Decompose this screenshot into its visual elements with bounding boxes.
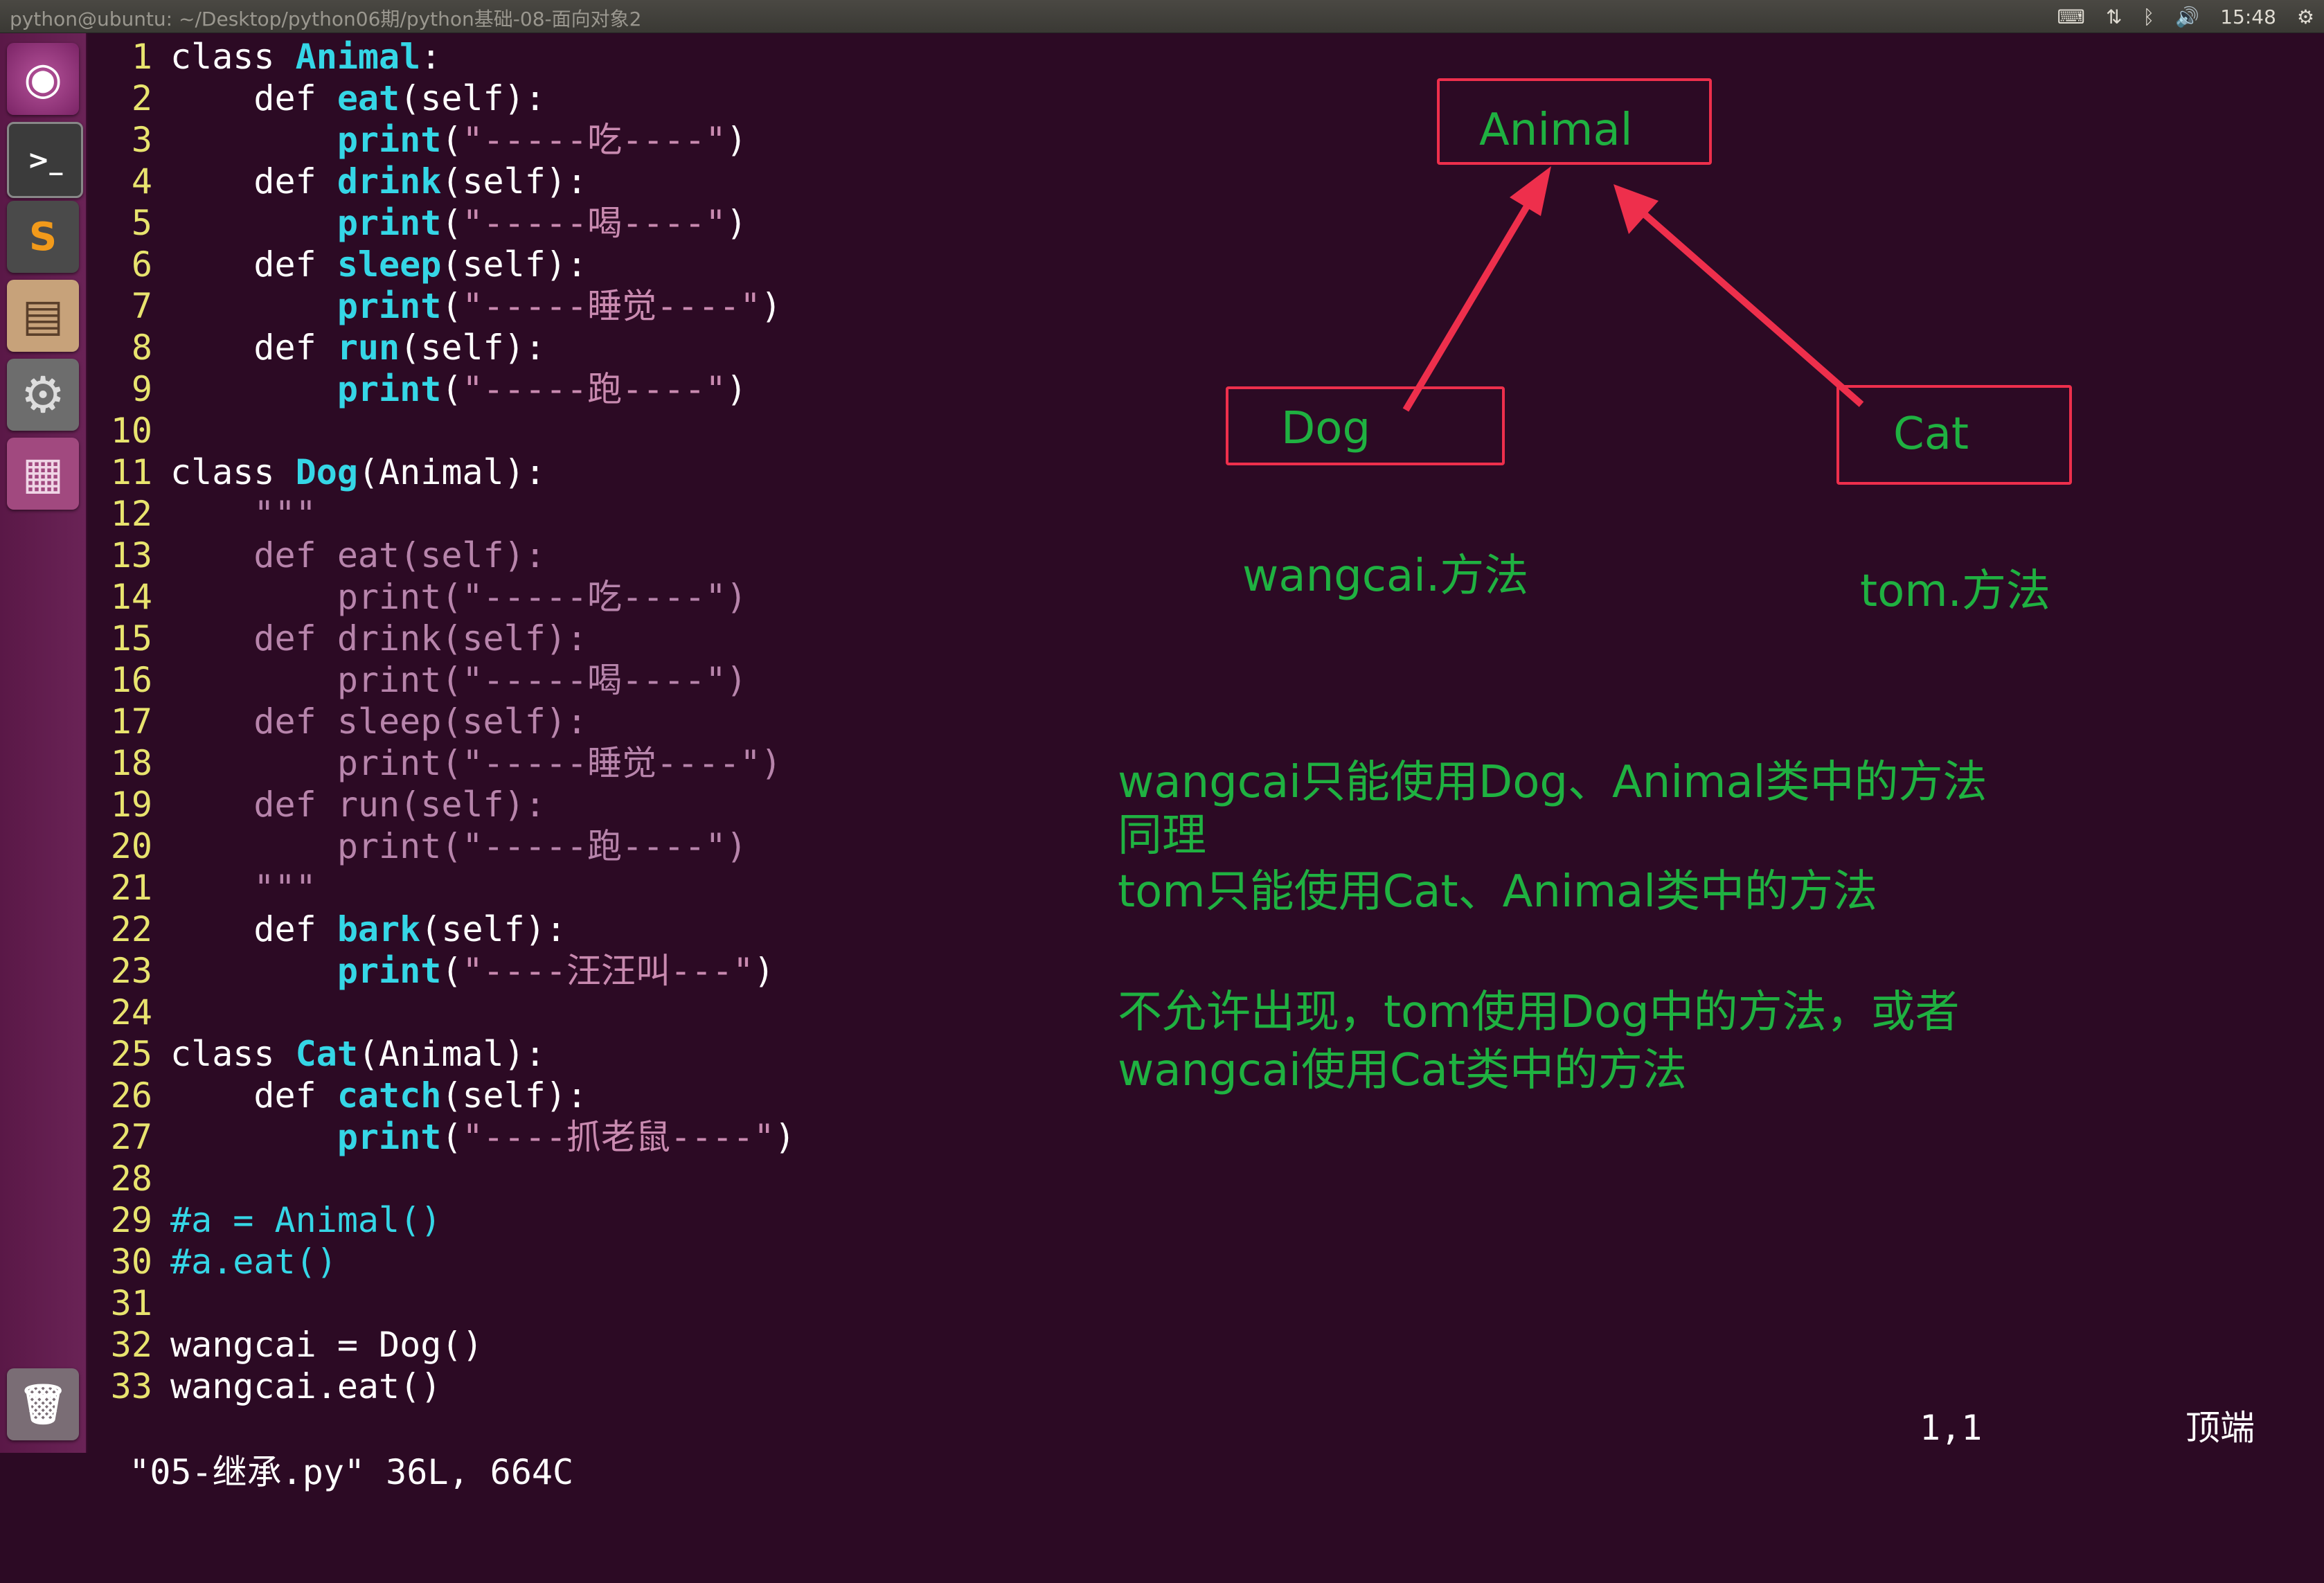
code-line[interactable]: 21 """ [87, 867, 1126, 909]
settings-icon: ⚙ [20, 366, 66, 424]
note-line-2: 同理 [1118, 810, 1206, 861]
code-line[interactable]: 22 def bark(self): [87, 909, 1126, 950]
code-line[interactable]: 31 [87, 1282, 1126, 1324]
vim-status-line: "05-继承.py" 36L, 664C 1,1 顶端 [87, 1406, 2324, 1492]
launcher: ◉ >_ S ▤ ⚙ ▦ 🗑 [0, 33, 87, 1453]
sublime-text-launcher-button[interactable]: S [7, 201, 79, 273]
window-title: python@ubuntu: ~/Desktop/python06期/pytho… [10, 8, 642, 30]
dog-class-box: Dog [1226, 386, 1505, 465]
code-line[interactable]: 14 print("-----吃----") [87, 576, 1126, 618]
code-line[interactable]: 19 def run(self): [87, 784, 1126, 825]
code-line[interactable]: 1 class Animal: [87, 36, 1126, 78]
dog-label: Dog [1281, 403, 1371, 454]
code-line[interactable]: 2 def eat(self): [87, 78, 1126, 119]
code-line[interactable]: 4 def drink(self): [87, 161, 1126, 202]
file-info: "05-继承.py" 36L, 664C [129, 1452, 574, 1492]
cat-arrowhead [1614, 184, 1659, 234]
cursor-position: 1,1 [1920, 1408, 1983, 1448]
code-line[interactable]: 7 print("-----睡觉----") [87, 285, 1126, 327]
top-panel: python@ubuntu: ~/Desktop/python06期/pytho… [0, 0, 2324, 33]
note-line-4: 不允许出现，tom使用Dog中的方法，或者 [1118, 987, 1960, 1038]
code-line[interactable]: 15 def drink(self): [87, 618, 1126, 659]
code-line[interactable]: 18 print("-----睡觉----") [87, 742, 1126, 784]
workspace-switcher-button[interactable]: ▦ [7, 438, 79, 510]
code-line[interactable]: 8 def run(self): [87, 327, 1126, 368]
code-line[interactable]: 13 def eat(self): [87, 535, 1126, 576]
workspace-switcher-icon: ▦ [21, 448, 64, 499]
trash-icon: 🗑 [18, 1382, 68, 1427]
code-line[interactable]: 3 print("-----吃----") [87, 119, 1126, 161]
code-line[interactable]: 24 [87, 992, 1126, 1033]
code-line[interactable]: 12 """ [87, 493, 1126, 535]
code-line[interactable]: 17 def sleep(self): [87, 701, 1126, 742]
code-line[interactable]: 30 #a.eat() [87, 1241, 1126, 1282]
power-gear-icon[interactable]: ⚙ [2297, 6, 2314, 28]
dog-to-animal-arrow [1402, 189, 1539, 412]
bluetooth-icon[interactable]: ᛒ [2143, 6, 2155, 28]
code-line[interactable]: 27 print("----抓老鼠----") [87, 1116, 1126, 1158]
code-line[interactable]: 9 print("-----跑----") [87, 368, 1126, 410]
dash-button[interactable]: ◉ [7, 43, 79, 115]
code-line[interactable]: 29 #a = Animal() [87, 1199, 1126, 1241]
terminal-icon: >_ [27, 145, 63, 175]
wangcai-methods-label: wangcai.方法 [1242, 551, 1529, 602]
code-line[interactable]: 6 def sleep(self): [87, 244, 1126, 285]
note-line-5: wangcai使用Cat类中的方法 [1118, 1045, 1687, 1096]
trash-launcher-button[interactable]: 🗑 [7, 1368, 79, 1440]
code-line[interactable]: 26 def catch(self): [87, 1075, 1126, 1116]
cat-to-animal-arrow [1634, 205, 1864, 407]
sublime-text-icon: S [28, 214, 57, 260]
tom-methods-label: tom.方法 [1860, 566, 2050, 617]
code-line[interactable]: 25 class Cat(Animal): [87, 1033, 1126, 1075]
code-line[interactable]: 28 [87, 1158, 1126, 1199]
system-settings-launcher-button[interactable]: ⚙ [7, 359, 79, 431]
note-line-3: tom只能使用Cat、Animal类中的方法 [1118, 866, 1878, 918]
cat-label: Cat [1893, 409, 1969, 460]
dash-icon: ◉ [24, 53, 62, 105]
code-line[interactable]: 20 print("-----跑----") [87, 825, 1126, 867]
code-line[interactable]: 11 class Dog(Animal): [87, 451, 1126, 493]
dog-arrowhead [1510, 166, 1551, 216]
clock[interactable]: 15:48 [2220, 6, 2276, 28]
cat-class-box: Cat [1836, 385, 2072, 485]
files-launcher-button[interactable]: ▤ [7, 280, 79, 352]
code-line[interactable]: 33 wangcai.eat() [87, 1366, 1126, 1407]
animal-class-box: Animal [1437, 78, 1712, 165]
code-line[interactable]: 10 [87, 410, 1126, 451]
code-line[interactable]: 23 print("----汪汪叫---") [87, 950, 1126, 992]
code-line[interactable]: 16 print("-----喝----") [87, 659, 1126, 701]
animal-label: Animal [1479, 105, 1633, 156]
keyboard-icon[interactable]: ⌨ [2057, 6, 2085, 28]
code-line[interactable]: 32 wangcai = Dog() [87, 1324, 1126, 1366]
volume-icon[interactable]: 🔊 [2175, 6, 2199, 28]
terminal-launcher-button[interactable]: >_ [7, 122, 83, 198]
note-line-1: wangcai只能使用Dog、Animal类中的方法 [1118, 757, 1987, 808]
scroll-position: 顶端 [2186, 1408, 2255, 1448]
network-icon[interactable]: ⇅ [2106, 6, 2122, 28]
system-tray: ⌨ ⇅ ᛒ 🔊 15:48 ⚙ [2057, 3, 2314, 30]
code-line[interactable]: 5 print("-----喝----") [87, 202, 1126, 244]
file-cabinet-icon: ▤ [21, 290, 64, 341]
